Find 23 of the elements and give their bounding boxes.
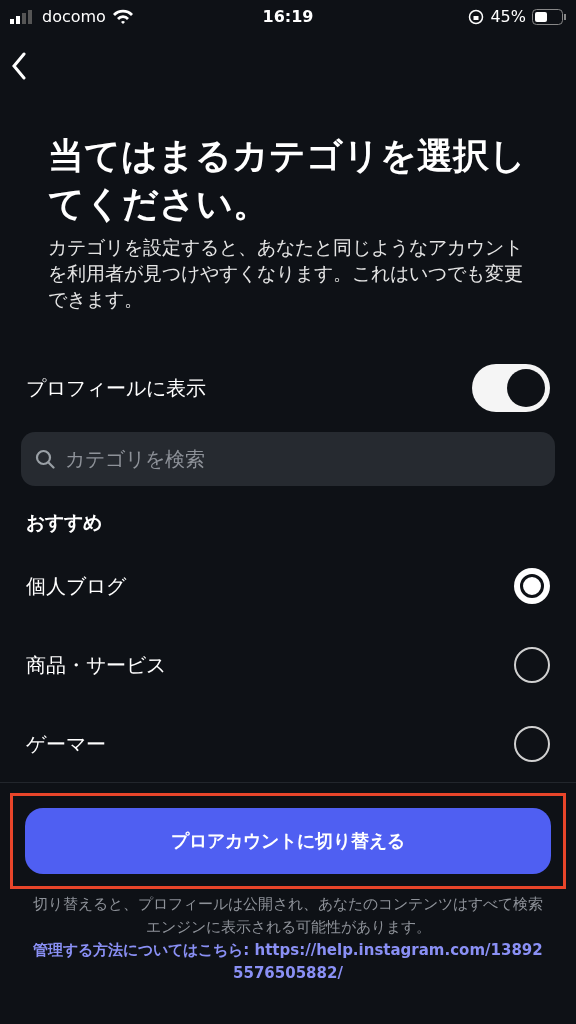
page-title: 当てはまるカテゴリを選択してください。 [48,134,527,226]
category-option[interactable]: 商品・サービス [0,625,576,705]
section-title: おすすめ [26,511,102,533]
footer-note: 切り替えると、プロフィールは公開され、あなたのコンテンツはすべて検索エンジンに表示される可能性があります。 [32,893,544,938]
rotation-lock-icon [468,9,485,25]
toggle-label: プロフィールに表示 [26,375,206,402]
radio-button[interactable] [514,726,550,762]
profile-toggle[interactable] [472,364,550,412]
search-input[interactable]: カテゴリを検索 [65,444,541,474]
radio-button[interactable] [514,568,550,604]
help-link[interactable]: 管理する方法についてはこちら: https://help.instagram.com/138925576505882/ [30,938,546,985]
category-option[interactable]: ゲーマー [0,704,576,784]
battery-percent: 45% [490,6,526,28]
switch-account-button[interactable]: プロアカウントに切り替える [25,807,551,874]
category-option[interactable]: 個人ブログ [0,546,576,626]
battery-icon [532,9,566,25]
search-icon [35,449,55,469]
carrier-name: docomo [42,6,106,28]
search-field[interactable]: カテゴリを検索 [21,432,555,486]
description: カテゴリを設定すると、あなたと同じようなアカウントを利用者が見つけやすくなります。これはいつでも変更できます。 [48,235,524,312]
radio-button[interactable] [514,647,550,683]
wifi-icon [111,9,134,25]
clock-time: 16:19 [262,6,314,28]
